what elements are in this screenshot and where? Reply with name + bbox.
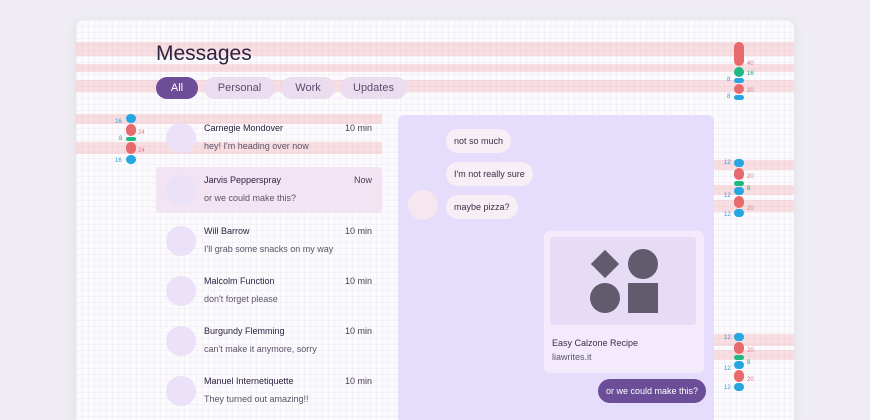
message-time: 10 min [344,276,372,286]
spacing-ruler [126,124,136,136]
spacing-ruler [734,95,744,100]
spacing-ruler [734,67,744,77]
contact-name: Burgundy Flemming [204,326,285,336]
conversation-item[interactable]: Manuel Internetiquette 10 min They turne… [156,368,382,414]
spacing-label: 20 [747,377,754,383]
avatar [166,276,196,306]
card-source: liawrites.it [552,352,592,362]
message-time: Now [353,175,372,185]
filter-chip-all[interactable]: All [156,77,198,99]
message-time: 10 min [344,326,372,336]
message-time: 10 min [344,123,372,133]
avatar [166,123,196,153]
spacing-label: 20 [747,88,754,94]
contact-name: Will Barrow [204,226,250,236]
contact-name: Manuel Internetiquette [204,376,294,386]
conversation-item[interactable]: Burgundy Flemming 10 min can't make it a… [156,318,382,364]
spacing-ruler [734,209,744,217]
filter-chip-work[interactable]: Work [281,77,335,99]
message-preview: can't make it anymore, sorry [204,344,317,354]
conversation-item[interactable]: Malcolm Function 10 min don't forget ple… [156,268,382,314]
spacing-label: 16 [115,119,122,125]
spacing-ruler [734,181,744,186]
spacing-ruler [734,370,744,382]
chat-panel: not so much I'm not really sure maybe pi… [398,115,714,420]
filter-chip-updates[interactable]: Updates [340,77,407,99]
spacing-ruler [126,114,136,123]
spacing-label: 12 [724,193,731,199]
message-bubble-incoming: maybe pizza? [446,195,518,219]
conversation-item[interactable]: Will Barrow 10 min I'll grab some snacks… [156,218,382,264]
message-time: 10 min [344,226,372,236]
spacing-ruler [734,333,744,341]
spacing-label: 16 [747,71,754,77]
spacing-ruler [734,78,744,83]
spacing-ruler [734,355,744,360]
spacing-ruler [734,42,744,66]
avatar [166,376,196,406]
spacing-ruler [734,196,744,208]
contact-name: Jarvis Pepperspray [204,175,282,185]
spacing-label: 8 [727,94,731,100]
spacing-label: 20 [747,206,754,212]
avatar [408,190,438,220]
spacing-ruler [734,361,744,369]
spacing-label: 12 [724,335,731,341]
spacing-label: 12 [724,160,731,166]
conversation-item[interactable]: Carnegie Mondover 10 min hey! I'm headin… [156,115,382,161]
spacing-label: 16 [115,158,122,164]
message-bubble-incoming: not so much [446,129,512,153]
messages-window: Messages All Personal Work Updates Carne… [76,20,794,420]
card-title: Easy Calzone Recipe [552,338,639,348]
contact-name: Malcolm Function [204,276,275,286]
avatar [166,175,196,205]
message-preview: don't forget please [204,294,278,304]
message-time: 10 min [344,376,372,386]
link-preview-card[interactable]: Easy Calzone Recipe liawrites.it [544,231,704,373]
conversation-item-selected[interactable]: Jarvis Pepperspray Now or we could make … [156,167,382,213]
spacing-ruler [734,342,744,354]
spacing-ruler [734,84,744,94]
spacing-label: 20 [747,174,754,180]
message-preview: I'll grab some snacks on my way [204,244,334,254]
spacing-ruler [734,168,744,180]
shapes-icon [590,249,658,313]
recipe-image [550,237,696,325]
spacing-label: 8 [119,136,123,142]
avatar [166,226,196,256]
spacing-ruler [734,159,744,167]
filter-chip-personal[interactable]: Personal [204,77,275,99]
spacing-ruler [734,383,744,391]
spacing-ruler [126,142,136,154]
spacing-ruler [126,137,136,141]
spacing-label: 8 [747,186,751,192]
spacing-label: 12 [724,385,731,391]
spacing-ruler [126,155,136,164]
spacing-label: 24 [138,148,145,154]
spacing-ruler [734,187,744,195]
spacing-label: 20 [747,348,754,354]
spacing-label: 8 [747,360,751,366]
page-title: Messages [156,42,252,65]
message-preview: hey! I'm heading over now [204,141,309,151]
message-preview: They turned out amazing!! [204,394,309,404]
spacing-label: 12 [724,366,731,372]
contact-name: Carnegie Mondover [204,123,284,133]
spacing-label: 12 [724,212,731,218]
message-preview: or we could make this? [204,193,297,203]
spacing-label: 8 [727,77,731,83]
avatar [166,326,196,356]
message-bubble-outgoing: or we could make this? [598,379,707,403]
spacing-label: 40 [747,61,754,67]
spacing-label: 24 [138,130,145,136]
message-bubble-incoming: I'm not really sure [446,162,533,186]
